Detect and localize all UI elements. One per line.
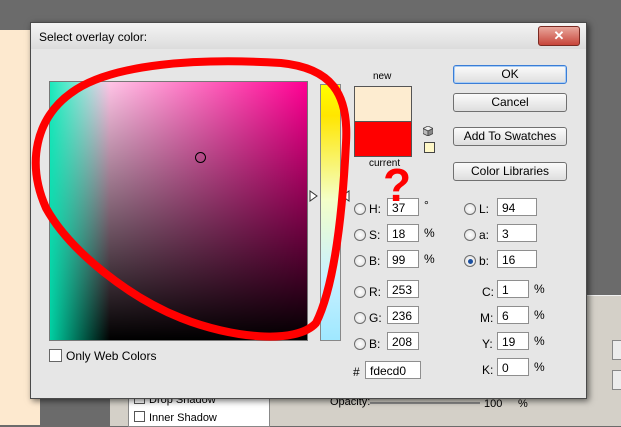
a-radio[interactable] xyxy=(464,229,476,241)
background-button[interactable] xyxy=(612,340,621,360)
b-field[interactable]: 99 xyxy=(387,250,419,268)
m-field[interactable]: 6 xyxy=(497,306,529,324)
close-icon: ✕ xyxy=(553,28,565,43)
new-color-swatch xyxy=(354,86,412,122)
l-label: L: xyxy=(479,202,490,216)
c-label: C: xyxy=(482,285,494,299)
k-label: K: xyxy=(482,363,494,377)
h-field[interactable]: 37 xyxy=(387,198,419,216)
cancel-button[interactable]: Cancel xyxy=(453,93,567,112)
g-radio[interactable] xyxy=(354,312,366,324)
rgb-b-label: B: xyxy=(369,337,381,351)
lab-b-field[interactable]: 16 xyxy=(497,250,537,268)
web-safe-swatch[interactable] xyxy=(424,142,435,153)
slider-arrow-left-icon xyxy=(309,190,318,202)
opacity-value[interactable]: 100 xyxy=(484,398,502,410)
inner-shadow-item[interactable]: Inner Shadow xyxy=(134,411,217,424)
out-of-gamut-cube-icon[interactable] xyxy=(423,126,433,136)
add-to-swatches-button[interactable]: Add To Swatches xyxy=(453,127,567,146)
color-libraries-button[interactable]: Color Libraries xyxy=(453,162,567,181)
c-field[interactable]: 1 xyxy=(497,280,529,298)
hex-label: # xyxy=(353,365,360,379)
l-field[interactable]: 94 xyxy=(497,198,537,216)
y-unit: % xyxy=(534,334,545,348)
color-picker-circle[interactable] xyxy=(195,152,206,163)
lab-b-label: b: xyxy=(479,254,490,268)
b-label: B: xyxy=(369,254,381,268)
title-bar[interactable]: Select overlay color: ✕ xyxy=(31,23,586,49)
s-unit: % xyxy=(424,226,435,240)
g-label: G: xyxy=(369,311,382,325)
current-color-swatch[interactable] xyxy=(354,121,412,157)
b-unit: % xyxy=(424,252,435,266)
g-field[interactable]: 236 xyxy=(387,306,419,324)
y-label: Y: xyxy=(482,337,493,351)
l-radio[interactable] xyxy=(464,203,476,215)
c-unit: % xyxy=(534,282,545,296)
m-label: M: xyxy=(480,311,494,325)
only-web-colors-checkbox[interactable] xyxy=(49,349,62,362)
k-unit: % xyxy=(534,360,545,374)
slider-arrow-right-icon xyxy=(341,190,350,202)
a-label: a: xyxy=(479,228,490,242)
only-web-colors-label: Only Web Colors xyxy=(66,349,157,363)
s-field[interactable]: 18 xyxy=(387,224,419,242)
opacity-unit: % xyxy=(518,398,528,410)
m-unit: % xyxy=(534,308,545,322)
h-label: H: xyxy=(369,202,381,216)
current-color-label: current xyxy=(369,158,401,169)
s-label: S: xyxy=(369,228,381,242)
inner-shadow-checkbox[interactable] xyxy=(134,411,145,422)
r-label: R: xyxy=(369,285,381,299)
s-radio[interactable] xyxy=(354,229,366,241)
inner-shadow-label: Inner Shadow xyxy=(149,412,217,424)
lab-b-radio[interactable] xyxy=(464,255,476,267)
ok-button[interactable]: OK xyxy=(453,65,567,84)
color-field[interactable] xyxy=(49,81,308,341)
rgb-b-field[interactable]: 208 xyxy=(387,332,419,350)
r-radio[interactable] xyxy=(354,286,366,298)
k-field[interactable]: 0 xyxy=(497,358,529,376)
background-button[interactable] xyxy=(612,370,621,390)
h-unit: ° xyxy=(424,198,429,212)
dialog-title: Select overlay color: xyxy=(39,30,148,44)
close-button[interactable]: ✕ xyxy=(538,26,580,46)
hue-slider[interactable] xyxy=(320,84,341,341)
hex-field[interactable]: fdecd0 xyxy=(365,361,421,379)
b-radio[interactable] xyxy=(354,255,366,267)
opacity-slider[interactable] xyxy=(370,402,480,404)
color-picker-dialog: Select overlay color: ✕ new current OK C… xyxy=(30,22,587,399)
a-field[interactable]: 3 xyxy=(497,224,537,242)
rgb-b-radio[interactable] xyxy=(354,338,366,350)
new-color-label: new xyxy=(373,71,392,82)
r-field[interactable]: 253 xyxy=(387,280,419,298)
y-field[interactable]: 19 xyxy=(497,332,529,350)
color-field-tint xyxy=(50,82,110,340)
h-radio[interactable] xyxy=(354,203,366,215)
